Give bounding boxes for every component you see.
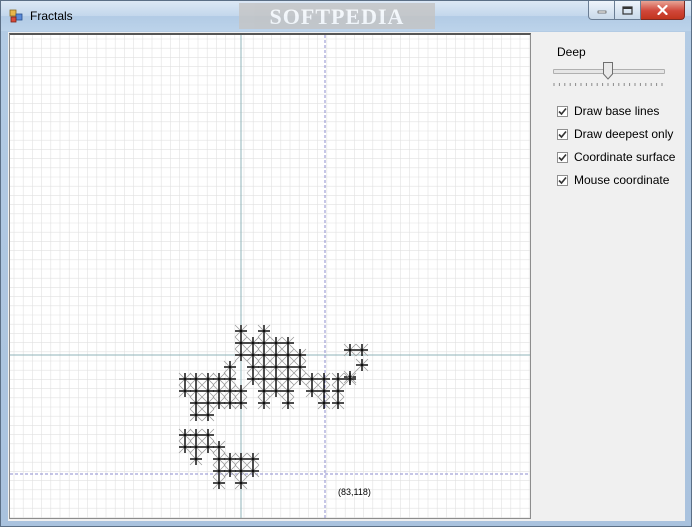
mouse-coordinate-label: (83,118) (338, 487, 371, 497)
minimize-button[interactable] (588, 1, 615, 20)
maximize-icon (622, 5, 633, 15)
watermark: SOFTPEDIA (239, 3, 435, 29)
draw-deepest-only-checkbox[interactable] (557, 128, 568, 140)
app-window: Fractals SOFTPEDIA (83,118) Deep Draw ba… (0, 0, 692, 527)
deep-slider[interactable] (553, 62, 665, 88)
coordinate-surface-checkbox[interactable] (557, 151, 568, 163)
fractal-canvas[interactable]: (83,118) (9, 33, 531, 519)
mouse-coordinate-checkbox[interactable] (557, 174, 568, 186)
window-title: Fractals (30, 9, 73, 23)
coordinate-surface-option[interactable]: Coordinate surface (557, 149, 675, 165)
checkmark-icon (558, 153, 567, 161)
window-controls (588, 1, 685, 21)
options-panel: Deep Draw base lines Draw deepest only C… (533, 32, 685, 521)
draw-base-lines-option[interactable]: Draw base lines (557, 103, 659, 119)
close-icon (657, 5, 668, 15)
canvas-area: (83,118) (8, 32, 533, 521)
draw-deepest-only-label: Draw deepest only (574, 127, 674, 141)
mouse-coordinate-option[interactable]: Mouse coordinate (557, 172, 669, 188)
close-button[interactable] (641, 1, 685, 20)
draw-base-lines-label: Draw base lines (574, 104, 660, 118)
checkmark-icon (558, 107, 567, 115)
coordinate-surface-label: Coordinate surface (574, 150, 676, 164)
mouse-coordinate-label-text: Mouse coordinate (574, 173, 670, 187)
slider-ticks (553, 83, 663, 86)
maximize-button[interactable] (615, 1, 641, 20)
app-icon[interactable] (9, 9, 23, 23)
draw-deepest-only-option[interactable]: Draw deepest only (557, 126, 673, 142)
draw-base-lines-checkbox[interactable] (557, 105, 568, 117)
title-bar[interactable]: Fractals SOFTPEDIA (1, 1, 691, 31)
slider-thumb[interactable] (603, 62, 613, 80)
minimize-icon (597, 10, 606, 14)
deep-label: Deep (557, 45, 586, 59)
checkmark-icon (558, 176, 567, 184)
checkmark-icon (558, 130, 567, 138)
canvas-surface[interactable] (10, 35, 530, 519)
